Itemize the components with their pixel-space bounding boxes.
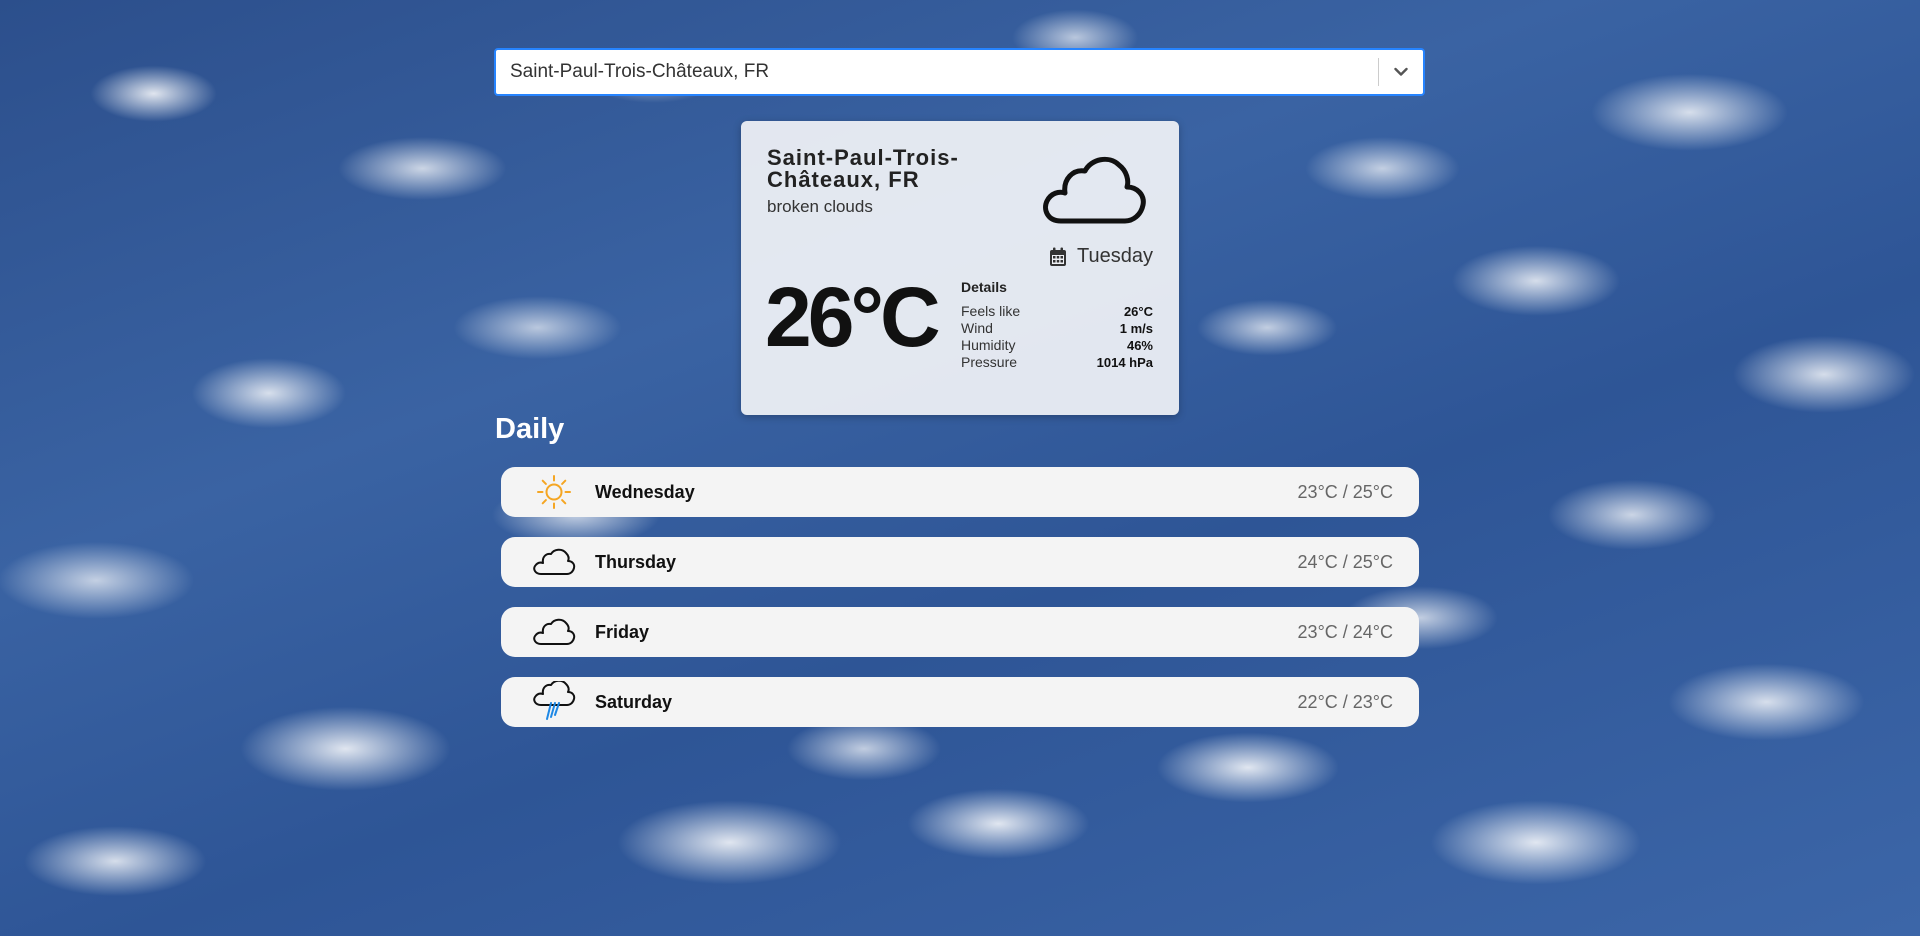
details-title: Details: [961, 279, 1007, 295]
daily-temp-range: 23°C / 25°C: [1297, 481, 1393, 502]
daily-temp-range: 22°C / 23°C: [1297, 691, 1393, 712]
search-input[interactable]: Saint-Paul-Trois-Châteaux, FR: [496, 61, 1378, 83]
daily-day: Friday: [595, 621, 650, 642]
daily-item-wednesday[interactable]: Wednesday 23°C / 25°C: [501, 467, 1419, 517]
daily-forecast-list: Wednesday 23°C / 25°C Thursday 24°C / 25…: [501, 467, 1419, 747]
daily-item-thursday[interactable]: Thursday 24°C / 25°C: [501, 537, 1419, 587]
daily-day: Thursday: [595, 551, 677, 572]
cloud-icon: [533, 618, 576, 645]
current-day: Tuesday: [1049, 245, 1153, 268]
current-temperature: 26°C: [765, 270, 941, 364]
detail-pressure: Pressure 1014 hPa: [961, 354, 1153, 371]
daily-temp-range: 23°C / 24°C: [1297, 621, 1393, 642]
detail-value: 1 m/s: [1119, 321, 1153, 336]
cloud-icon: [1043, 156, 1146, 224]
detail-value: 1014 hPa: [1096, 355, 1153, 370]
detail-feels-like: Feels like 26°C: [961, 303, 1153, 320]
daily-item-friday[interactable]: Friday 23°C / 24°C: [501, 607, 1419, 657]
daily-day: Saturday: [595, 691, 673, 712]
dropdown-toggle-button[interactable]: [1379, 50, 1423, 94]
detail-label: Pressure: [961, 354, 1018, 370]
daily-temp-range: 24°C / 25°C: [1297, 551, 1393, 572]
current-day-label: Tuesday: [1077, 245, 1153, 267]
detail-wind: Wind 1 m/s: [961, 320, 1153, 337]
details-panel: Details Feels like 26°C Wind 1 m/s Humid…: [961, 279, 1153, 371]
daily-day: Wednesday: [595, 481, 695, 502]
detail-label: Wind: [961, 320, 993, 336]
cloud-icon: [533, 548, 576, 575]
city-name: Saint-Paul-Trois-Châteaux, FR: [767, 145, 959, 192]
daily-title: Daily: [495, 413, 565, 445]
detail-label: Humidity: [961, 337, 1016, 353]
weather-description: broken clouds: [767, 197, 873, 216]
rain-cloud-icon: [533, 681, 576, 720]
chevron-down-icon: [1394, 67, 1408, 76]
detail-value: 26°C: [1123, 304, 1153, 319]
detail-value: 46%: [1126, 338, 1153, 353]
sun-icon: [537, 475, 571, 509]
current-weather-card: Saint-Paul-Trois-Châteaux, FR broken clo…: [741, 121, 1179, 415]
detail-humidity: Humidity 46%: [961, 337, 1153, 354]
daily-item-saturday[interactable]: Saturday 22°C / 23°C: [501, 677, 1419, 727]
city-search-select[interactable]: Saint-Paul-Trois-Châteaux, FR: [494, 48, 1425, 96]
detail-label: Feels like: [961, 303, 1021, 319]
calendar-icon: [1050, 247, 1067, 266]
